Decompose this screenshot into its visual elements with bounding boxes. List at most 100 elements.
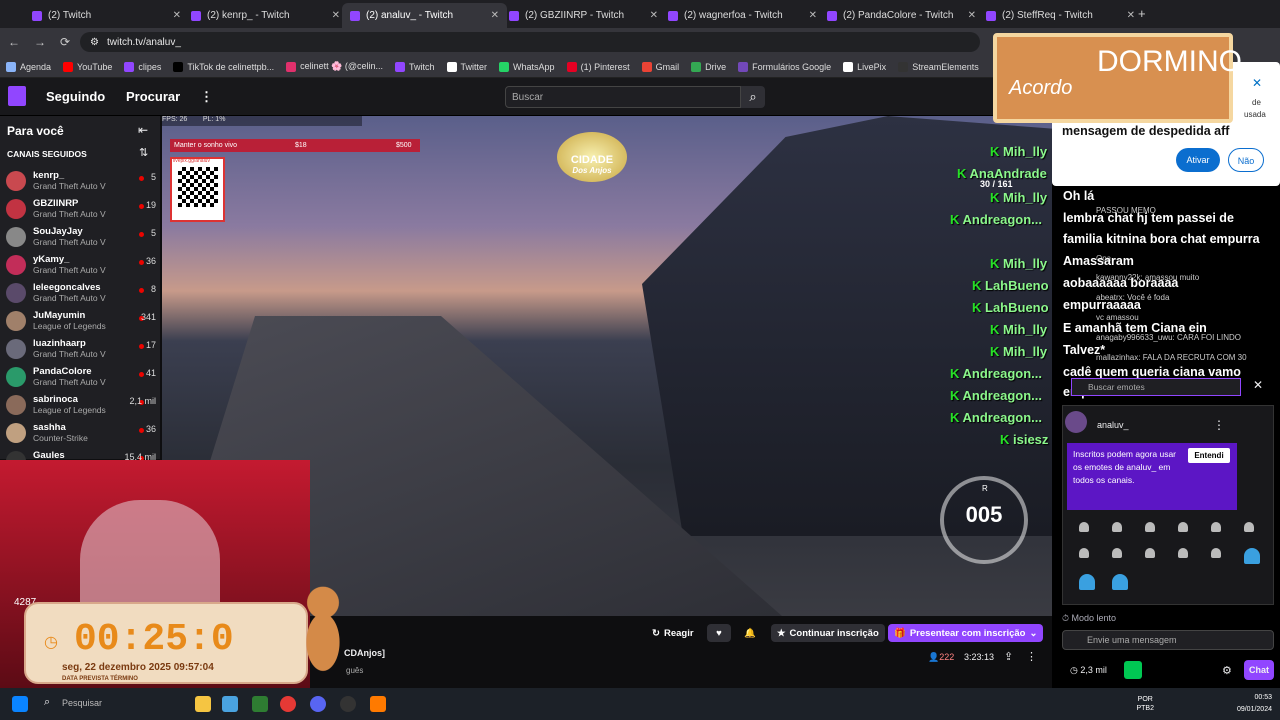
bookmark-item[interactable]: YouTube xyxy=(63,61,112,72)
bookmark-item[interactable]: StreamElements xyxy=(898,61,979,72)
emote-icon[interactable] xyxy=(1112,548,1122,558)
browser-tab[interactable]: (2) wagnerfoa - Twitch ✕ xyxy=(660,3,825,28)
activate-button[interactable]: Ativar xyxy=(1176,148,1220,172)
emote-icon[interactable] xyxy=(1211,522,1221,532)
emote-icon[interactable] xyxy=(1079,574,1095,590)
twitch-logo-icon[interactable] xyxy=(8,86,26,106)
bookmark-item[interactable]: WhatsApp xyxy=(499,61,555,72)
bookmark-item[interactable]: Drive xyxy=(691,61,726,72)
bookmark-item[interactable]: Agenda xyxy=(6,61,51,72)
close-tab-icon[interactable]: ✕ xyxy=(650,10,658,21)
sidebar-channel[interactable]: sabrinoca League of Legends 2,1 mil xyxy=(6,392,156,420)
more-options-icon[interactable]: ⋮ xyxy=(1026,650,1037,663)
chat-input[interactable]: Envie uma mensagem xyxy=(1062,630,1274,650)
emote-icon[interactable] xyxy=(1244,522,1254,532)
gift-sub-button[interactable]: 🎁 Presentear com inscrição ⌄ xyxy=(888,624,1044,642)
emote-icon[interactable] xyxy=(1178,548,1188,558)
notifications-bell-button[interactable]: 🔔 xyxy=(738,624,762,642)
emote-icon[interactable] xyxy=(1079,548,1089,558)
collapse-icon[interactable]: ⇤ xyxy=(138,123,148,137)
sidebar-channel[interactable]: luazinhaarp Grand Theft Auto V 17 xyxy=(6,336,156,364)
browser-tab[interactable]: (2) GBZIINRP - Twitch ✕ xyxy=(501,3,666,28)
close-tab-icon[interactable]: ✕ xyxy=(491,10,499,21)
discord-icon[interactable] xyxy=(310,696,326,712)
got-it-button[interactable]: Entendi xyxy=(1188,448,1230,463)
close-tab-icon[interactable]: ✕ xyxy=(968,10,976,21)
bits-icon[interactable] xyxy=(1124,661,1142,679)
sort-icon[interactable]: ⇅ xyxy=(139,146,148,159)
react-button[interactable]: ↻ Reagir xyxy=(646,624,700,642)
search-input[interactable]: Buscar xyxy=(505,86,741,108)
sidebar-channel[interactable]: GBZIINRP Grand Theft Auto V 19 xyxy=(6,196,156,224)
continue-sub-button[interactable]: ★ Continuar inscrição xyxy=(771,624,885,642)
close-emotes-icon[interactable]: ✕ xyxy=(1253,378,1263,392)
chat-settings-icon[interactable]: ⚙ xyxy=(1222,664,1232,677)
obs-icon[interactable] xyxy=(340,696,356,712)
bookmark-item[interactable]: clipes xyxy=(124,61,161,72)
share-icon[interactable]: ⇪ xyxy=(1004,650,1013,663)
back-icon[interactable]: ← xyxy=(8,35,20,49)
bookmark-item[interactable]: Formulários Google xyxy=(738,61,831,72)
reload-icon[interactable]: ⟳ xyxy=(60,35,70,49)
emote-icon[interactable] xyxy=(1112,522,1122,532)
sidebar-channel[interactable]: leleegoncalves Grand Theft Auto V 8 xyxy=(6,280,156,308)
bookmark-item[interactable]: Twitter xyxy=(446,61,487,72)
sidebar-channel[interactable]: kenrp_ Grand Theft Auto V 5 xyxy=(6,168,156,196)
search-icon[interactable]: ⌕ xyxy=(741,86,765,108)
sidebar-channel[interactable]: yKamy_ Grand Theft Auto V 36 xyxy=(6,252,156,280)
sidebar-channel[interactable]: JuMayumin League of Legends 341 xyxy=(6,308,156,336)
taskbar-search-icon[interactable]: ⌕ xyxy=(44,696,50,709)
emote-menu-icon[interactable]: ⋮ xyxy=(1213,418,1225,432)
emote-icon[interactable] xyxy=(1112,574,1128,590)
emote-icon[interactable] xyxy=(1178,522,1188,532)
sidebar-channel[interactable]: PandaColore Grand Theft Auto V 41 xyxy=(6,364,156,392)
site-info-icon[interactable]: ⚙ xyxy=(90,37,99,48)
bookmark-item[interactable]: celinett 🌸 (@celin... xyxy=(286,61,383,72)
close-tab-icon[interactable]: ✕ xyxy=(332,10,340,21)
url-text: twitch.tv/analuv_ xyxy=(106,36,181,48)
emote-icon[interactable] xyxy=(1145,548,1155,558)
taskbar-search-input[interactable]: Pesquisar xyxy=(62,698,102,708)
bookmark-favicon-icon xyxy=(173,61,184,72)
chrome-icon[interactable] xyxy=(280,696,296,712)
follow-heart-button[interactable]: ♥ xyxy=(707,624,731,642)
close-tab-icon[interactable]: ✕ xyxy=(1127,10,1135,21)
input-language[interactable]: POR PTB2 xyxy=(1136,695,1154,713)
browser-tab[interactable]: (2) kenrp_ - Twitch ✕ xyxy=(183,3,348,28)
emote-search-input[interactable]: Buscar emotes xyxy=(1071,378,1241,396)
excel-icon[interactable] xyxy=(252,696,268,712)
browser-tab[interactable]: (2) SteffReq - Twitch ✕ xyxy=(978,3,1143,28)
windows-start-icon[interactable] xyxy=(12,696,28,712)
browser-tab[interactable]: (2) Twitch ✕ xyxy=(24,3,189,28)
close-tab-icon[interactable]: ✕ xyxy=(809,10,817,21)
clock-date[interactable]: 09/01/2024 xyxy=(1237,704,1272,716)
new-tab-icon[interactable]: + xyxy=(1138,6,1146,21)
emote-icon[interactable] xyxy=(1244,548,1260,564)
more-menu-icon[interactable]: ⋮ xyxy=(200,89,213,105)
emote-icon[interactable] xyxy=(1145,522,1155,532)
chat-message: familia kitnina bora chat empurra xyxy=(1063,232,1260,246)
url-field[interactable]: ⚙ twitch.tv/analuv_ xyxy=(80,32,980,52)
browser-tab[interactable]: (2) analuv_ - Twitch ✕ xyxy=(342,3,507,28)
close-tab-icon[interactable]: ✕ xyxy=(173,10,181,21)
sidebar-channel[interactable]: SouJayJay Grand Theft Auto V 5 xyxy=(6,224,156,252)
forward-icon[interactable]: → xyxy=(34,35,46,49)
emote-icon[interactable] xyxy=(1079,522,1089,532)
browser-tab[interactable]: (2) PandaColore - Twitch ✕ xyxy=(819,3,984,28)
photos-icon[interactable] xyxy=(222,696,238,712)
no-button[interactable]: Não xyxy=(1228,148,1264,172)
chat-send-button[interactable]: Chat xyxy=(1244,660,1274,680)
bookmark-item[interactable]: TikTok de celinettpb... xyxy=(173,61,274,72)
taskbar-app-icon[interactable] xyxy=(370,696,386,712)
sidebar-channel[interactable]: sashha Counter-Strike 36 xyxy=(6,420,156,448)
nav-browse[interactable]: Procurar xyxy=(126,89,180,104)
file-explorer-icon[interactable] xyxy=(195,696,211,712)
bookmark-item[interactable]: LivePix xyxy=(843,61,886,72)
notification-close-icon[interactable]: ✕ xyxy=(1252,76,1262,90)
clock-time[interactable]: 00:53 xyxy=(1237,692,1272,704)
emote-icon[interactable] xyxy=(1211,548,1221,558)
nav-following[interactable]: Seguindo xyxy=(46,89,105,104)
bookmark-item[interactable]: (1) Pinterest xyxy=(566,61,630,72)
bookmark-item[interactable]: Twitch xyxy=(395,61,435,72)
bookmark-item[interactable]: Gmail xyxy=(641,61,679,72)
